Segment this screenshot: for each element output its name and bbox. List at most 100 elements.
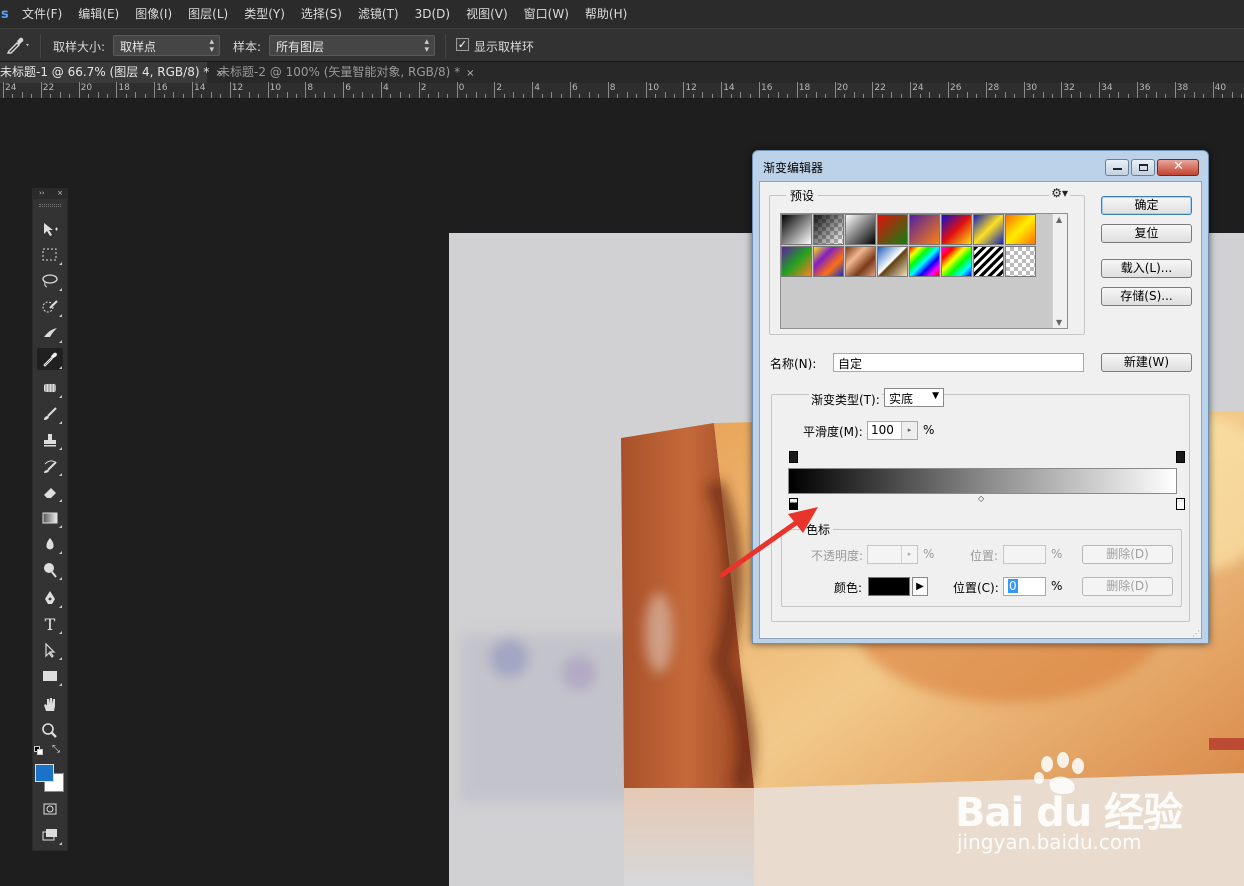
- hand-tool-icon[interactable]: [37, 694, 63, 716]
- menu-view[interactable]: 视图(V): [458, 0, 516, 28]
- preset-black-white-2[interactable]: [845, 214, 876, 245]
- scroll-down-icon[interactable]: ▼: [1056, 318, 1062, 327]
- preset-transparent-stripes[interactable]: [973, 246, 1004, 277]
- swap-colors-icon[interactable]: ⤡: [52, 744, 60, 755]
- preset-blue-red-yellow[interactable]: [941, 214, 972, 245]
- preset-chrome[interactable]: [877, 246, 908, 277]
- preset-orange-yellow-orange[interactable]: [1005, 214, 1036, 245]
- presets-scrollbar[interactable]: ▲ ▼: [1052, 214, 1067, 328]
- menu-file[interactable]: 文件(F): [14, 0, 70, 28]
- quick-mask-icon[interactable]: [37, 798, 63, 820]
- crop-tool-icon[interactable]: [37, 322, 63, 344]
- default-colors-icon[interactable]: [34, 746, 44, 755]
- close-icon[interactable]: ×: [57, 189, 63, 197]
- gradient-tool-icon[interactable]: [37, 507, 63, 529]
- preset-yellow-violet-orange-blue[interactable]: [813, 246, 844, 277]
- history-brush-tool-icon[interactable]: [37, 455, 63, 477]
- preset-violet-orange[interactable]: [909, 214, 940, 245]
- sample-select[interactable]: 所有图层 ▴ ▾: [269, 35, 435, 56]
- preset-transparent[interactable]: [813, 214, 844, 245]
- menu-edit[interactable]: 编辑(E): [70, 0, 127, 28]
- location-input-opacity[interactable]: [1003, 545, 1046, 564]
- midpoint-diamond-icon[interactable]: ◇: [978, 494, 984, 503]
- ruler-label: 18: [118, 83, 130, 93]
- preset-spectrum[interactable]: [909, 246, 940, 277]
- maximize-button[interactable]: [1131, 159, 1155, 176]
- eraser-tool-icon[interactable]: [37, 481, 63, 503]
- stop-color-swatch[interactable]: [868, 577, 910, 596]
- healing-brush-tool-icon[interactable]: [37, 377, 63, 399]
- preset-transparent-rainbow[interactable]: [941, 246, 972, 277]
- screen-mode-icon[interactable]: [37, 824, 63, 846]
- quick-select-tool-icon[interactable]: [37, 296, 63, 318]
- move-tool-icon[interactable]: [37, 218, 63, 240]
- ruler-tick: [919, 94, 921, 98]
- menu-layer[interactable]: 图层(L): [180, 0, 236, 28]
- path-select-tool-icon[interactable]: [37, 639, 63, 661]
- tools-panel-header[interactable]: ›› ×: [33, 189, 67, 199]
- show-ring-checkbox[interactable]: ✓: [456, 38, 469, 51]
- sample-size-select[interactable]: 取样点 ▴ ▾: [113, 35, 220, 56]
- reset-button[interactable]: 复位: [1101, 224, 1192, 243]
- blur-tool-icon[interactable]: [37, 533, 63, 555]
- eyedropper-preset-icon[interactable]: [6, 36, 32, 57]
- menu-filter[interactable]: 滤镜(T): [350, 0, 407, 28]
- color-stop-right[interactable]: [1176, 498, 1185, 510]
- tab-label: 未标题-2 @ 100% (矢量智能对象, RGB/8) *: [218, 65, 461, 79]
- clone-stamp-tool-icon[interactable]: [37, 429, 63, 451]
- delete-opacity-stop-button[interactable]: 删除(D): [1082, 545, 1173, 564]
- gradient-preview-bar[interactable]: [788, 468, 1177, 494]
- presets-swatch-area[interactable]: ▲ ▼: [780, 213, 1068, 329]
- gradient-type-value: 实底: [889, 392, 914, 406]
- tab-document-1[interactable]: 未标题-1 @ 66.7% (图层 4, RGB/8) * ×: [0, 62, 224, 83]
- new-button[interactable]: 新建(W): [1101, 353, 1192, 372]
- name-input[interactable]: 自定: [833, 353, 1084, 372]
- presets-menu-gear-icon[interactable]: ⚙▾: [1049, 186, 1070, 200]
- close-button[interactable]: ✕: [1157, 159, 1199, 176]
- close-icon[interactable]: ×: [466, 68, 474, 79]
- menu-3d[interactable]: 3D(D): [407, 0, 458, 28]
- load-button[interactable]: 载入(L)...: [1101, 259, 1192, 278]
- expand-icon[interactable]: ››: [39, 189, 45, 197]
- preset-copper[interactable]: [845, 246, 876, 277]
- foreground-color-swatch[interactable]: [35, 764, 54, 782]
- smoothness-input[interactable]: 100 ▸: [867, 421, 918, 440]
- tab-document-2[interactable]: 未标题-2 @ 100% (矢量智能对象, RGB/8) * ×: [212, 62, 474, 83]
- preset-blue-yellow-blue[interactable]: [973, 214, 1004, 245]
- opacity-stop-right[interactable]: [1176, 451, 1185, 463]
- preset-transparent-2[interactable]: [1005, 246, 1036, 277]
- pen-tool-icon[interactable]: [37, 587, 63, 609]
- menu-help[interactable]: 帮助(H): [577, 0, 635, 28]
- opacity-input[interactable]: ▸: [867, 545, 918, 564]
- opacity-stop-left[interactable]: [789, 451, 798, 463]
- rectangle-tool-icon[interactable]: [37, 665, 63, 687]
- preset-violet-green-orange[interactable]: [781, 246, 812, 277]
- slider-popup-icon[interactable]: ▸: [901, 546, 917, 563]
- color-stop-left[interactable]: [789, 498, 798, 510]
- menu-window[interactable]: 窗口(W): [516, 0, 577, 28]
- menu-image[interactable]: 图像(I): [127, 0, 180, 28]
- dodge-tool-icon[interactable]: [37, 559, 63, 581]
- zoom-tool-icon[interactable]: [37, 720, 63, 742]
- resize-grip-icon[interactable]: ⋰: [1192, 629, 1200, 638]
- preset-black-white[interactable]: [781, 214, 812, 245]
- color-menu-arrow-icon[interactable]: ▶: [912, 577, 928, 596]
- location-input-color[interactable]: 0: [1003, 577, 1046, 596]
- menu-select[interactable]: 选择(S): [293, 0, 350, 28]
- lasso-tool-icon[interactable]: [37, 270, 63, 292]
- preset-red-green[interactable]: [877, 214, 908, 245]
- ruler-tick: [210, 92, 212, 98]
- marquee-tool-icon[interactable]: [37, 244, 63, 266]
- slider-popup-icon[interactable]: ▸: [901, 422, 917, 439]
- brush-tool-icon[interactable]: [37, 403, 63, 425]
- ok-button[interactable]: 确定: [1101, 196, 1192, 215]
- eyedropper-tool-icon[interactable]: [37, 348, 63, 370]
- save-button[interactable]: 存储(S)...: [1101, 287, 1192, 306]
- ruler-label: 8: [609, 83, 616, 93]
- menu-type[interactable]: 类型(Y): [236, 0, 293, 28]
- delete-color-stop-button[interactable]: 删除(D): [1082, 577, 1173, 596]
- gradient-type-select[interactable]: 实底 ▼: [884, 388, 944, 407]
- scroll-up-icon[interactable]: ▲: [1056, 215, 1062, 224]
- type-tool-icon[interactable]: T: [37, 613, 63, 635]
- minimize-button[interactable]: [1105, 159, 1129, 176]
